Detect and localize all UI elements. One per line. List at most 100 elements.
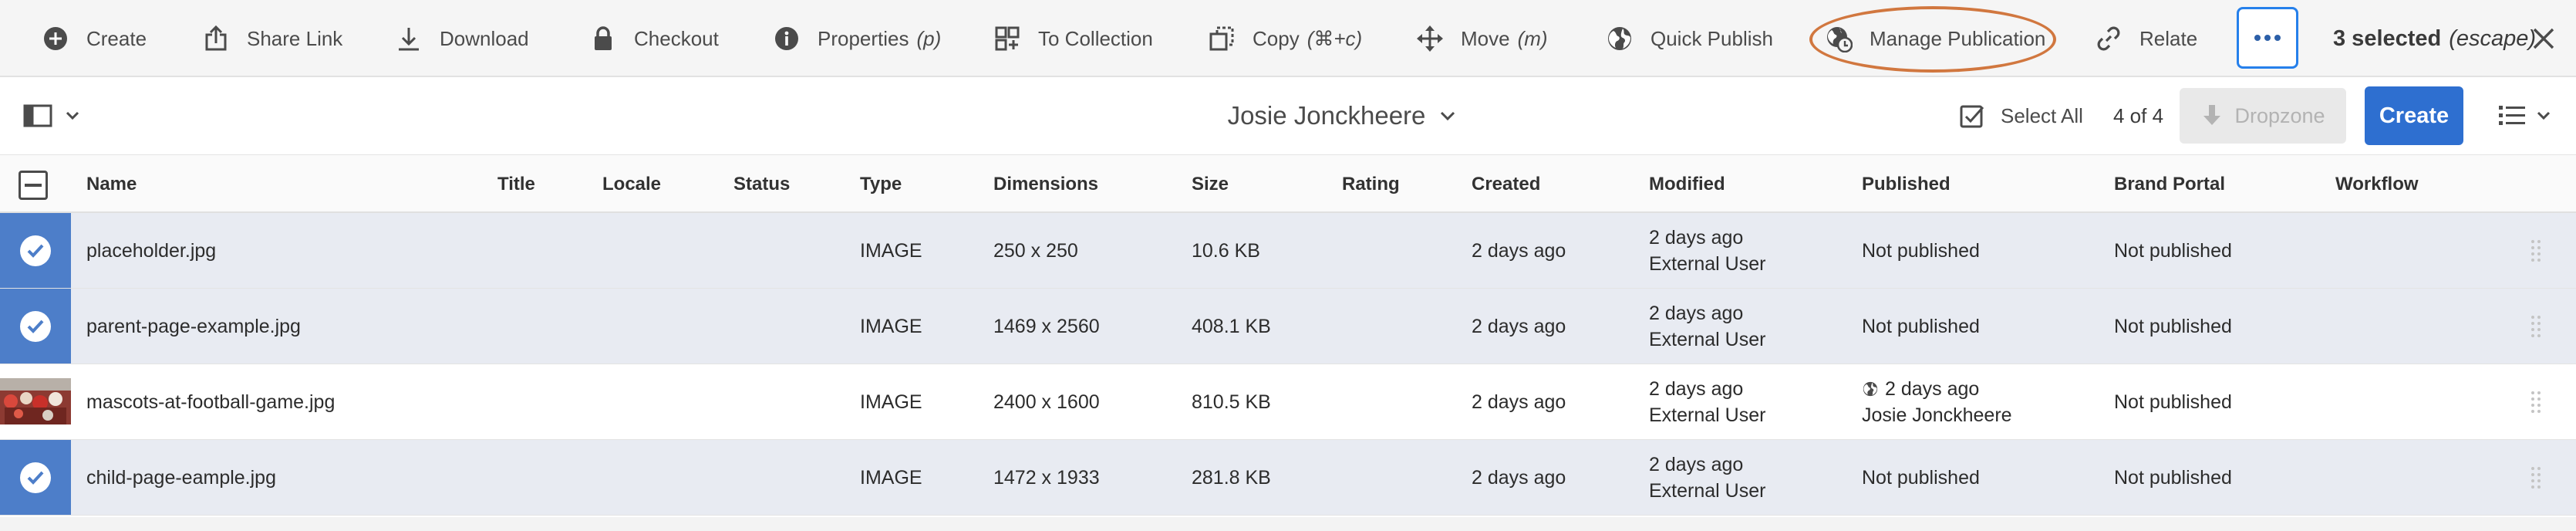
column-header-published[interactable]: Published (1862, 155, 1951, 214)
quick-publish-action[interactable]: Quick Publish (1606, 0, 1773, 77)
column-header-rating[interactable]: Rating (1342, 155, 1400, 214)
select-all-checkbox[interactable] (19, 171, 48, 200)
manage-publication-action[interactable]: Manage Publication (1825, 0, 2045, 77)
cell-published: Not published (1862, 316, 1980, 337)
download-action[interactable]: Download (395, 0, 529, 77)
copy-icon (1209, 26, 1234, 51)
item-count: 4 of 4 (2113, 103, 2164, 127)
cell-brand-portal: Not published (2114, 467, 2232, 489)
column-header-size[interactable]: Size (1192, 155, 1229, 214)
modified-by: External User (1649, 480, 1766, 502)
view-switcher[interactable] (2499, 99, 2551, 133)
table-row[interactable]: parent-page-example.jpg IMAGE 1469 x 256… (0, 289, 2576, 364)
properties-shortcut: (p) (916, 26, 942, 50)
cell-name[interactable]: child-page-eample.jpg (86, 440, 276, 516)
close-icon[interactable] (2530, 25, 2557, 52)
mascots-photo-thumbnail (0, 378, 71, 424)
create-button[interactable]: Create (2365, 86, 2463, 145)
drag-handle-icon[interactable] (2530, 466, 2541, 489)
cell-published: Not published (1862, 467, 1980, 489)
select-all-button[interactable]: Select All (1959, 77, 2083, 154)
cell-published: Not published (1862, 240, 1980, 262)
column-header-workflow[interactable]: Workflow (2335, 155, 2419, 214)
drag-handle-icon[interactable] (2530, 391, 2541, 414)
globe-icon (1863, 381, 1878, 397)
lock-icon (595, 26, 612, 50)
column-header-brand-portal[interactable]: Brand Portal (2114, 155, 2225, 214)
checkout-action[interactable]: Checkout (589, 0, 719, 77)
cell-size: 281.8 KB (1192, 467, 1271, 489)
column-header-type[interactable]: Type (860, 155, 902, 214)
checkbox-check-icon (1960, 105, 1984, 128)
collection-add-icon (995, 26, 1020, 51)
share-link-action[interactable]: Share Link (202, 0, 342, 77)
properties-action[interactable]: Properties (p) (773, 0, 941, 77)
checkmark-icon (27, 320, 44, 333)
move-icon (1417, 25, 1443, 52)
cell-size: 10.6 KB (1192, 240, 1260, 262)
cell-type: IMAGE (860, 467, 922, 489)
modified-time: 2 days ago (1649, 378, 1744, 400)
column-header-modified[interactable]: Modified (1649, 155, 1725, 214)
row-select-checkbox[interactable] (0, 440, 71, 515)
download-action-label: Download (440, 26, 529, 50)
share-icon (205, 25, 227, 51)
list-footer (0, 517, 2576, 531)
create-action-label: Create (86, 26, 147, 50)
cell-dimensions: 250 x 250 (993, 240, 1078, 262)
row-select-checkbox[interactable] (0, 289, 71, 364)
table-row[interactable]: mascots-at-football-game.jpg IMAGE 2400 … (0, 364, 2576, 440)
cell-dimensions: 1469 x 2560 (993, 316, 1100, 337)
cell-dimensions: 2400 x 1600 (993, 391, 1100, 413)
modified-by: External User (1649, 253, 1766, 275)
column-header-status[interactable]: Status (733, 155, 790, 214)
move-shortcut: (m) (1517, 26, 1548, 50)
column-header-dimensions[interactable]: Dimensions (993, 155, 1098, 214)
copy-shortcut: (⌘+c) (1307, 26, 1363, 50)
more-actions-button[interactable] (2237, 7, 2298, 69)
row-select-checkbox[interactable] (0, 213, 71, 288)
cell-size: 408.1 KB (1192, 316, 1271, 337)
relate-action-label: Relate (2139, 26, 2198, 50)
cell-created: 2 days ago (1472, 240, 1566, 262)
folder-title-dropdown[interactable]: Josie Jonckheere (1111, 77, 1573, 154)
drag-handle-icon[interactable] (2530, 239, 2541, 262)
relate-action[interactable]: Relate (2095, 0, 2197, 77)
column-header-name[interactable]: Name (86, 155, 137, 214)
cell-name[interactable]: mascots-at-football-game.jpg (86, 364, 335, 440)
to-collection-action[interactable]: To Collection (993, 0, 1153, 77)
cell-size: 810.5 KB (1192, 391, 1271, 413)
rail-toggle[interactable] (23, 100, 80, 131)
cell-type: IMAGE (860, 240, 922, 262)
cell-name[interactable]: parent-page-example.jpg (86, 289, 301, 364)
modified-time: 2 days ago (1649, 454, 1744, 475)
column-header-locale[interactable]: Locale (602, 155, 661, 214)
copy-action[interactable]: Copy (⌘+c) (1208, 0, 1362, 77)
cell-type: IMAGE (860, 316, 922, 337)
select-all-label: Select All (2001, 103, 2083, 127)
link-icon (2097, 26, 2120, 51)
modified-by: External User (1649, 404, 1766, 426)
table-row[interactable]: placeholder.jpg IMAGE 250 x 250 10.6 KB … (0, 213, 2576, 289)
create-action[interactable]: Create (42, 0, 147, 77)
selection-count: 3 selected (escape) (2333, 0, 2536, 77)
quick-publish-action-label: Quick Publish (1650, 26, 1773, 50)
download-icon (399, 28, 419, 51)
cell-name[interactable]: placeholder.jpg (86, 213, 216, 289)
column-header-title[interactable]: Title (497, 155, 535, 214)
manage-publication-action-label: Manage Publication (1870, 26, 2046, 50)
cell-published: 2 days ago Josie Jonckheere (1862, 364, 2012, 440)
cell-brand-portal: Not published (2114, 316, 2232, 337)
published-time: 2 days ago (1885, 378, 1980, 400)
share-link-action-label: Share Link (247, 26, 343, 50)
cell-modified: 2 days ago External User (1649, 289, 1765, 364)
cell-type: IMAGE (860, 391, 922, 413)
chevron-down-icon (1441, 111, 1455, 121)
chevron-down-icon (66, 111, 79, 120)
asset-thumbnail[interactable] (0, 378, 71, 424)
table-row[interactable]: child-page-eample.jpg IMAGE 1472 x 1933 … (0, 440, 2576, 516)
column-header-created[interactable]: Created (1472, 155, 1540, 214)
info-icon (775, 27, 798, 50)
move-action[interactable]: Move (m) (1416, 0, 1548, 77)
drag-handle-icon[interactable] (2530, 315, 2541, 338)
